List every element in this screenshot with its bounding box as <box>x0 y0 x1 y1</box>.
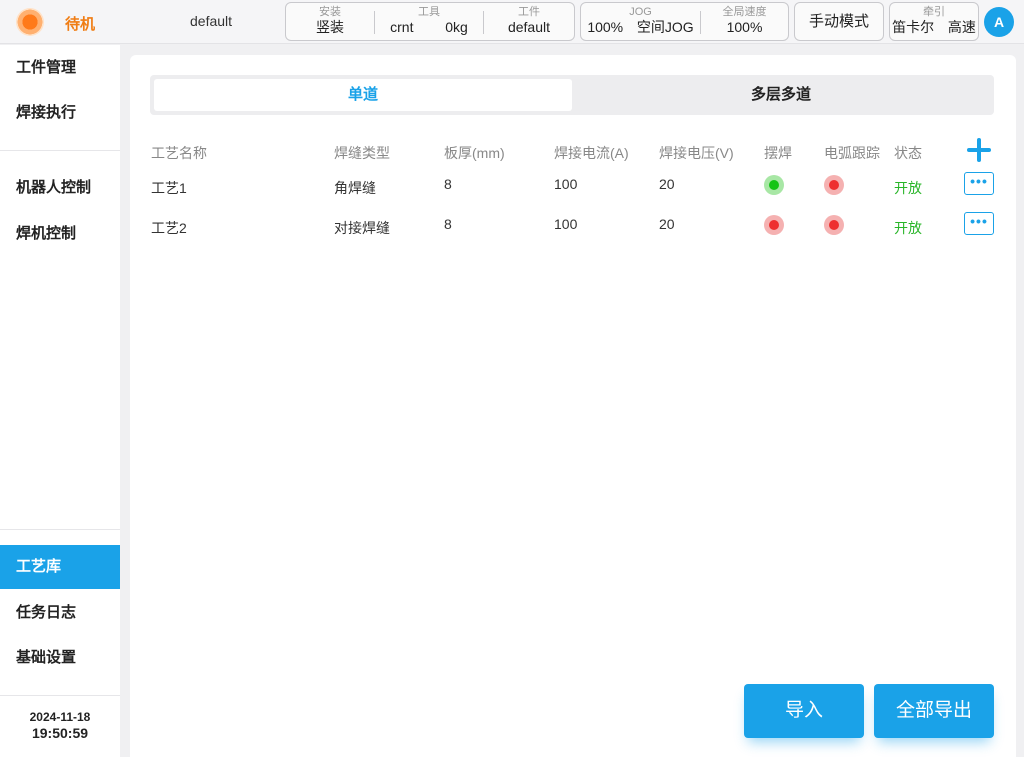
install-cell[interactable]: 安装 竖装 <box>286 3 374 40</box>
cell-status: 开放 <box>894 220 922 236</box>
traction-caption: 牵引 <box>923 6 945 18</box>
sidebar-item-task-log[interactable]: 任务日志 <box>0 591 120 635</box>
jog-mode: 空间JOG <box>636 19 694 35</box>
cell-thickness: 8 <box>444 216 452 232</box>
tool-name: crnt <box>390 19 414 35</box>
export-all-button[interactable]: 全部导出 <box>874 684 994 738</box>
global-speed-cell[interactable]: 全局速度 100% <box>701 3 788 40</box>
column-header-weave: 摆焊 <box>764 145 792 161</box>
process-library-panel: 单道 多层多道 工艺名称 焊缝类型 板厚(mm) 焊接电流(A) 焊接电压(V)… <box>130 55 1016 757</box>
workpiece-value: default <box>507 19 551 35</box>
status-indicator-icon <box>16 8 44 36</box>
tool-cell[interactable]: 工具 crnt 0kg <box>375 3 483 40</box>
current-date: 2024-11-18 <box>29 710 91 724</box>
traction-panel[interactable]: 牵引 笛卡尔 高速 <box>889 2 979 41</box>
cell-weld-voltage: 20 <box>659 176 675 192</box>
jog-cell[interactable]: JOG 100% 空间JOG <box>581 3 700 40</box>
traction-cell[interactable]: 牵引 笛卡尔 高速 <box>890 3 978 40</box>
sidebar-item-basic-settings[interactable]: 基础设置 <box>0 636 120 680</box>
weave-off-indicator-icon <box>764 215 784 235</box>
divider <box>0 150 120 151</box>
add-process-button[interactable] <box>966 137 992 163</box>
global-speed-caption: 全局速度 <box>722 6 767 18</box>
traction-coord: 笛卡尔 <box>892 19 935 35</box>
column-header-weld-voltage: 焊接电压(V) <box>659 145 734 161</box>
cell-thickness: 8 <box>444 176 452 192</box>
cell-process-name: 工艺2 <box>151 220 187 236</box>
divider <box>0 695 120 696</box>
cell-weld-voltage: 20 <box>659 216 675 232</box>
installation-tool-workpiece-panel[interactable]: 安装 竖装 工具 crnt 0kg 工件 default <box>285 2 575 41</box>
cell-weld-current: 100 <box>554 216 578 232</box>
weave-on-indicator-icon <box>764 175 784 195</box>
row-more-button[interactable]: ••• <box>964 212 994 235</box>
cell-seam-type: 角焊缝 <box>334 180 376 196</box>
column-header-thickness: 板厚(mm) <box>444 145 505 161</box>
divider <box>0 529 120 530</box>
cell-status: 开放 <box>894 180 922 196</box>
column-header-status: 状态 <box>894 145 922 161</box>
tab-bar: 单道 多层多道 <box>150 75 994 115</box>
sidebar-item-process-library[interactable]: 工艺库 <box>0 545 120 589</box>
jog-speed-panel[interactable]: JOG 100% 空间JOG 全局速度 100% <box>580 2 789 41</box>
cell-seam-type: 对接焊缝 <box>334 220 390 236</box>
current-time: 19:50:59 <box>31 725 89 741</box>
row-more-button[interactable]: ••• <box>964 172 994 195</box>
install-caption: 安装 <box>319 6 341 18</box>
clock: 2024-11-18 19:50:59 <box>0 710 120 741</box>
traction-values: 笛卡尔 高速 <box>890 19 978 36</box>
sidebar-item-welder-control[interactable]: 焊机控制 <box>0 212 120 256</box>
tab-single-pass[interactable]: 单道 <box>154 79 572 111</box>
cell-weld-current: 100 <box>554 176 578 192</box>
cell-process-name: 工艺1 <box>151 180 187 196</box>
jog-values: 100% 空间JOG <box>581 19 700 36</box>
tool-load: 0kg <box>445 19 468 35</box>
install-value: 竖装 <box>316 19 344 35</box>
top-bar: 待机 default 安装 竖装 工具 crnt 0kg 工件 default … <box>0 0 1024 44</box>
column-header-process-name: 工艺名称 <box>151 145 207 161</box>
tool-values: crnt 0kg <box>375 19 483 36</box>
user-avatar[interactable]: A <box>984 7 1014 37</box>
jog-percent: 100% <box>587 19 624 35</box>
workpiece-caption: 工件 <box>518 6 540 18</box>
arc-tracking-off-indicator-icon <box>824 215 844 235</box>
traction-speed: 高速 <box>947 19 976 35</box>
sidebar: 工件管理 焊接执行 机器人控制 焊机控制 工艺库 任务日志 基础设置 2024-… <box>0 45 120 757</box>
robot-status: 待机 <box>65 16 96 33</box>
global-speed-value: 100% <box>726 19 763 35</box>
sidebar-item-robot-control[interactable]: 机器人控制 <box>0 166 120 210</box>
import-button[interactable]: 导入 <box>744 684 864 738</box>
tab-multi-layer-multi-pass[interactable]: 多层多道 <box>572 79 990 111</box>
column-header-weld-current: 焊接电流(A) <box>554 145 629 161</box>
workpiece-cell[interactable]: 工件 default <box>484 3 574 40</box>
column-header-seam-type: 焊缝类型 <box>334 145 390 161</box>
arc-tracking-off-indicator-icon <box>824 175 844 195</box>
tool-caption: 工具 <box>418 6 440 18</box>
project-name[interactable]: default <box>190 13 232 29</box>
jog-caption: JOG <box>629 6 652 18</box>
manual-mode-button[interactable]: 手动模式 <box>794 2 884 41</box>
sidebar-item-workpiece-management[interactable]: 工件管理 <box>0 46 120 90</box>
sidebar-item-weld-execution[interactable]: 焊接执行 <box>0 91 120 135</box>
column-header-arc-tracking: 电弧跟踪 <box>824 145 880 161</box>
